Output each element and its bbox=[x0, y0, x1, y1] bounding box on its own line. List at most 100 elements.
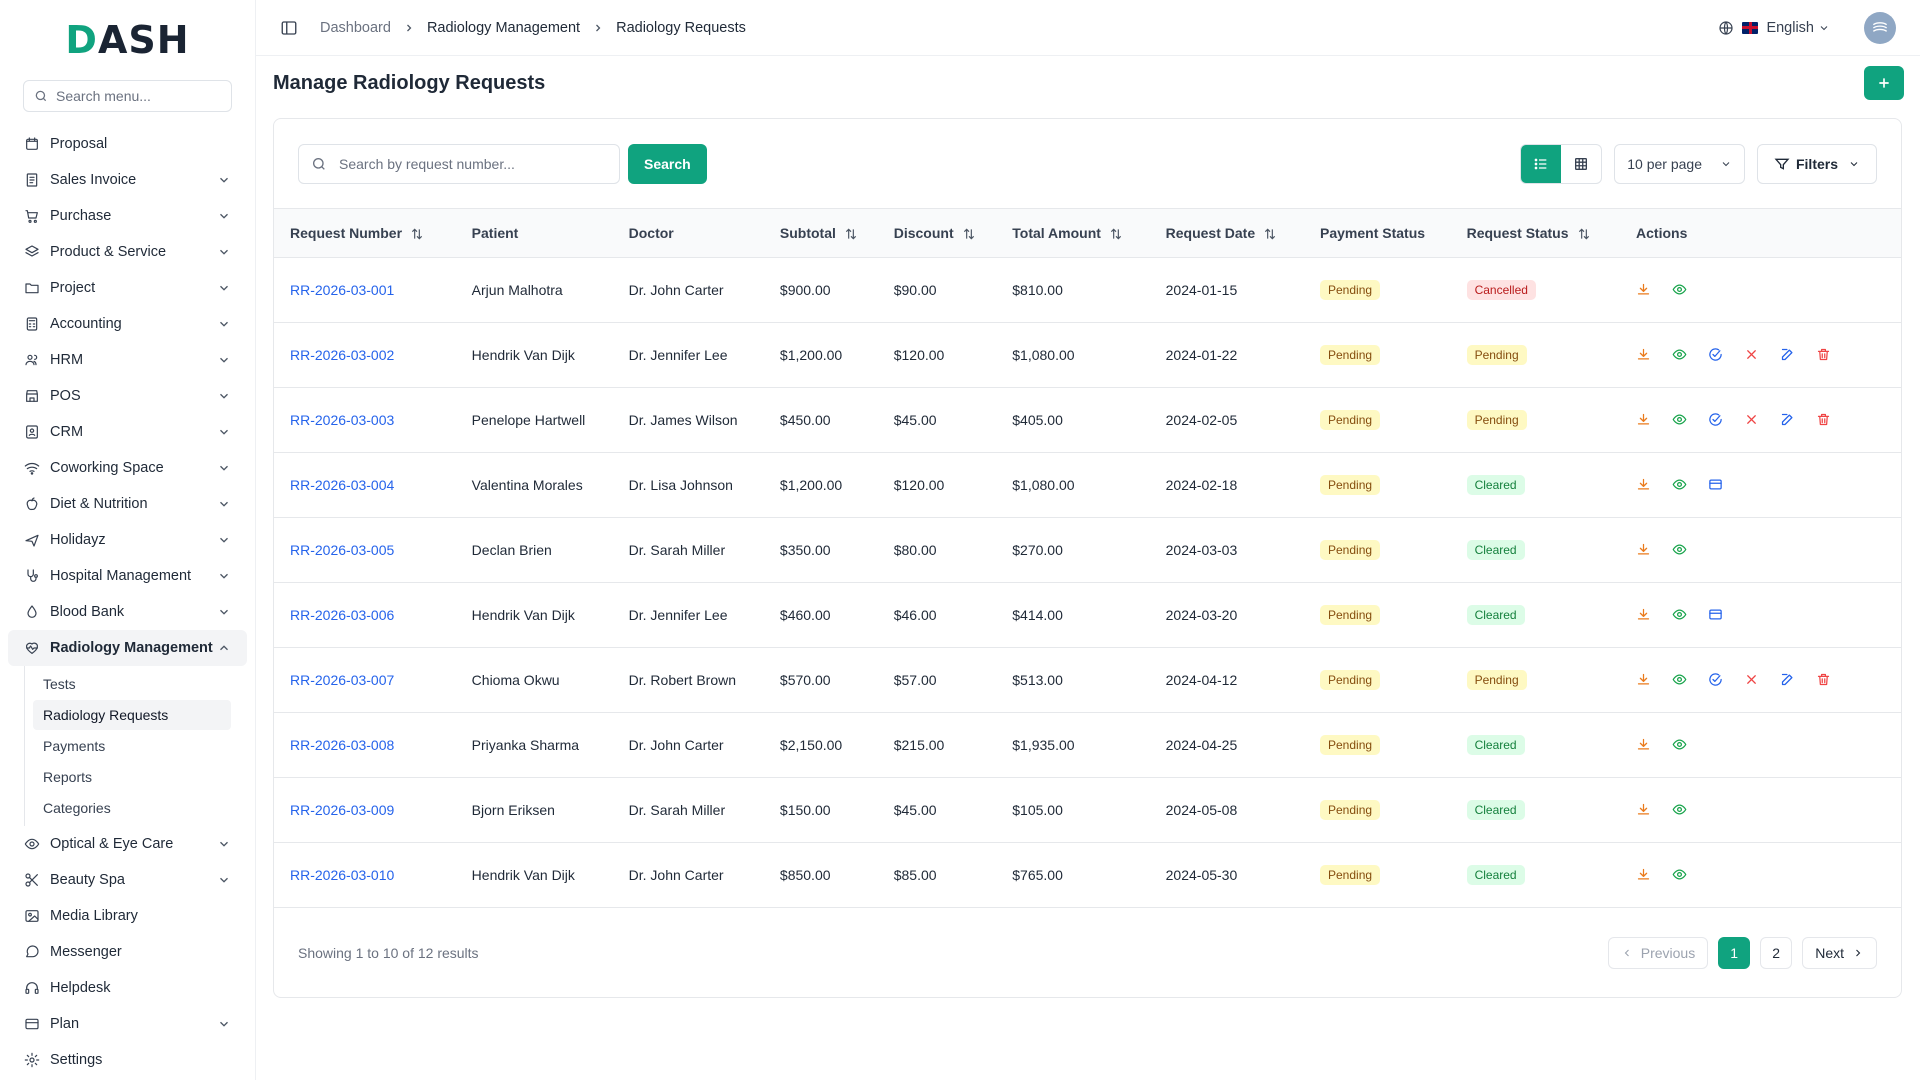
request-number-link[interactable]: RR-2026-03-001 bbox=[274, 257, 456, 322]
sidebar-item-pos[interactable]: POS bbox=[8, 378, 247, 414]
request-number-link[interactable]: RR-2026-03-003 bbox=[274, 387, 456, 452]
download-action-button[interactable] bbox=[1636, 276, 1666, 304]
download-action-button[interactable] bbox=[1636, 406, 1666, 434]
sidebar-item-holidayz[interactable]: Holidayz bbox=[8, 522, 247, 558]
per-page-select[interactable]: 10 per page bbox=[1614, 143, 1745, 184]
sidebar-item-purchase[interactable]: Purchase bbox=[8, 198, 247, 234]
sort-icon[interactable] bbox=[844, 227, 858, 241]
breadcrumb-radiology-management[interactable]: Radiology Management bbox=[427, 20, 580, 36]
column-header-subtotal[interactable]: Subtotal bbox=[763, 209, 878, 258]
request-number-link[interactable]: RR-2026-03-008 bbox=[274, 712, 456, 777]
delete-action-button[interactable] bbox=[1816, 666, 1846, 694]
language-selector[interactable]: English bbox=[1718, 20, 1830, 36]
submenu-item-categories[interactable]: Categories bbox=[33, 793, 231, 823]
sidebar-item-coworking-space[interactable]: Coworking Space bbox=[8, 450, 247, 486]
request-search-input[interactable]: Search by request number... bbox=[298, 143, 620, 184]
view-action-button[interactable] bbox=[1672, 796, 1702, 824]
approve-action-button[interactable] bbox=[1708, 341, 1738, 369]
sidebar-item-media-library[interactable]: Media Library bbox=[8, 898, 247, 934]
reject-action-button[interactable] bbox=[1744, 341, 1774, 369]
sidebar-item-sales-invoice[interactable]: Sales Invoice bbox=[8, 162, 247, 198]
view-action-button[interactable] bbox=[1672, 861, 1702, 889]
sort-icon[interactable] bbox=[962, 227, 976, 241]
download-action-button[interactable] bbox=[1636, 601, 1666, 629]
sidebar-item-project[interactable]: Project bbox=[8, 270, 247, 306]
sidebar-item-optical-and-eye-care[interactable]: Optical & Eye Care bbox=[8, 826, 247, 862]
sidebar-item-settings[interactable]: Settings bbox=[8, 1042, 247, 1078]
download-action-button[interactable] bbox=[1636, 861, 1666, 889]
view-action-button[interactable] bbox=[1672, 666, 1702, 694]
page-2-button[interactable]: 2 bbox=[1760, 936, 1793, 969]
column-header-request-number[interactable]: Request Number bbox=[274, 209, 456, 258]
edit-action-button[interactable] bbox=[1780, 406, 1810, 434]
view-action-button[interactable] bbox=[1672, 341, 1702, 369]
submenu-item-payments[interactable]: Payments bbox=[33, 731, 231, 761]
request-number-link[interactable]: RR-2026-03-002 bbox=[274, 322, 456, 387]
delete-action-button[interactable] bbox=[1816, 406, 1846, 434]
sidebar-search-input[interactable]: Search menu... bbox=[23, 80, 232, 112]
view-action-button[interactable] bbox=[1672, 536, 1702, 564]
user-avatar[interactable] bbox=[1864, 11, 1896, 44]
payment-action-button[interactable] bbox=[1708, 471, 1738, 499]
submenu-item-reports[interactable]: Reports bbox=[33, 762, 231, 792]
column-header-discount[interactable]: Discount bbox=[877, 209, 997, 258]
request-number-link[interactable]: RR-2026-03-005 bbox=[274, 517, 456, 582]
sidebar-item-blood-bank[interactable]: Blood Bank bbox=[8, 594, 247, 630]
download-action-button[interactable] bbox=[1636, 471, 1666, 499]
request-number-link[interactable]: RR-2026-03-004 bbox=[274, 452, 456, 517]
previous-page-button[interactable]: Previous bbox=[1607, 936, 1709, 969]
download-action-button[interactable] bbox=[1636, 796, 1666, 824]
sidebar-item-product-and-service[interactable]: Product & Service bbox=[8, 234, 247, 270]
column-header-request-date[interactable]: Request Date bbox=[1149, 209, 1304, 258]
submenu-item-radiology-requests[interactable]: Radiology Requests bbox=[33, 700, 231, 730]
reject-action-button[interactable] bbox=[1744, 406, 1774, 434]
download-action-button[interactable] bbox=[1636, 666, 1666, 694]
reject-action-button[interactable] bbox=[1744, 666, 1774, 694]
submenu-item-tests[interactable]: Tests bbox=[33, 669, 231, 699]
page-1-button[interactable]: 1 bbox=[1718, 936, 1751, 969]
approve-action-button[interactable] bbox=[1708, 406, 1738, 434]
search-button[interactable]: Search bbox=[628, 143, 707, 184]
view-action-button[interactable] bbox=[1672, 601, 1702, 629]
sidebar-item-hrm[interactable]: HRM bbox=[8, 342, 247, 378]
view-action-button[interactable] bbox=[1672, 471, 1702, 499]
request-number-link[interactable]: RR-2026-03-009 bbox=[274, 777, 456, 842]
sort-icon[interactable] bbox=[1109, 227, 1123, 241]
sidebar-item-messenger[interactable]: Messenger bbox=[8, 934, 247, 970]
app-logo[interactable]: DASH bbox=[0, 0, 255, 80]
column-header-total-amount[interactable]: Total Amount bbox=[996, 209, 1150, 258]
sidebar-item-radiology-management[interactable]: Radiology Management bbox=[8, 630, 247, 666]
sidebar-item-beauty-spa[interactable]: Beauty Spa bbox=[8, 862, 247, 898]
sort-icon[interactable] bbox=[1263, 227, 1277, 241]
sidebar-item-diet-and-nutrition[interactable]: Diet & Nutrition bbox=[8, 486, 247, 522]
sidebar-item-crm[interactable]: CRM bbox=[8, 414, 247, 450]
download-action-button[interactable] bbox=[1636, 536, 1666, 564]
approve-action-button[interactable] bbox=[1708, 666, 1738, 694]
edit-action-button[interactable] bbox=[1780, 666, 1810, 694]
next-page-button[interactable]: Next bbox=[1802, 936, 1877, 969]
list-view-button[interactable] bbox=[1521, 144, 1562, 183]
edit-action-button[interactable] bbox=[1780, 341, 1810, 369]
request-number-link[interactable]: RR-2026-03-007 bbox=[274, 647, 456, 712]
payment-action-button[interactable] bbox=[1708, 601, 1738, 629]
breadcrumb-dashboard[interactable]: Dashboard bbox=[320, 20, 391, 36]
sidebar-item-helpdesk[interactable]: Helpdesk bbox=[8, 970, 247, 1006]
view-action-button[interactable] bbox=[1672, 276, 1702, 304]
sidebar-item-accounting[interactable]: Accounting bbox=[8, 306, 247, 342]
column-header-request-status[interactable]: Request Status bbox=[1450, 209, 1621, 258]
grid-view-button[interactable] bbox=[1561, 145, 1601, 183]
add-request-button[interactable] bbox=[1864, 66, 1904, 100]
delete-action-button[interactable] bbox=[1816, 341, 1846, 369]
sidebar-item-hospital-management[interactable]: Hospital Management bbox=[8, 558, 247, 594]
view-action-button[interactable] bbox=[1672, 731, 1702, 759]
request-number-link[interactable]: RR-2026-03-006 bbox=[274, 582, 456, 647]
view-action-button[interactable] bbox=[1672, 406, 1702, 434]
download-action-button[interactable] bbox=[1636, 731, 1666, 759]
sort-icon[interactable] bbox=[1577, 227, 1591, 241]
download-action-button[interactable] bbox=[1636, 341, 1666, 369]
filters-button[interactable]: Filters bbox=[1756, 143, 1877, 184]
sidebar-item-plan[interactable]: Plan bbox=[8, 1006, 247, 1042]
request-number-link[interactable]: RR-2026-03-010 bbox=[274, 842, 456, 907]
sidebar-item-proposal[interactable]: Proposal bbox=[8, 126, 247, 162]
sidebar-toggle-icon[interactable] bbox=[280, 19, 298, 37]
